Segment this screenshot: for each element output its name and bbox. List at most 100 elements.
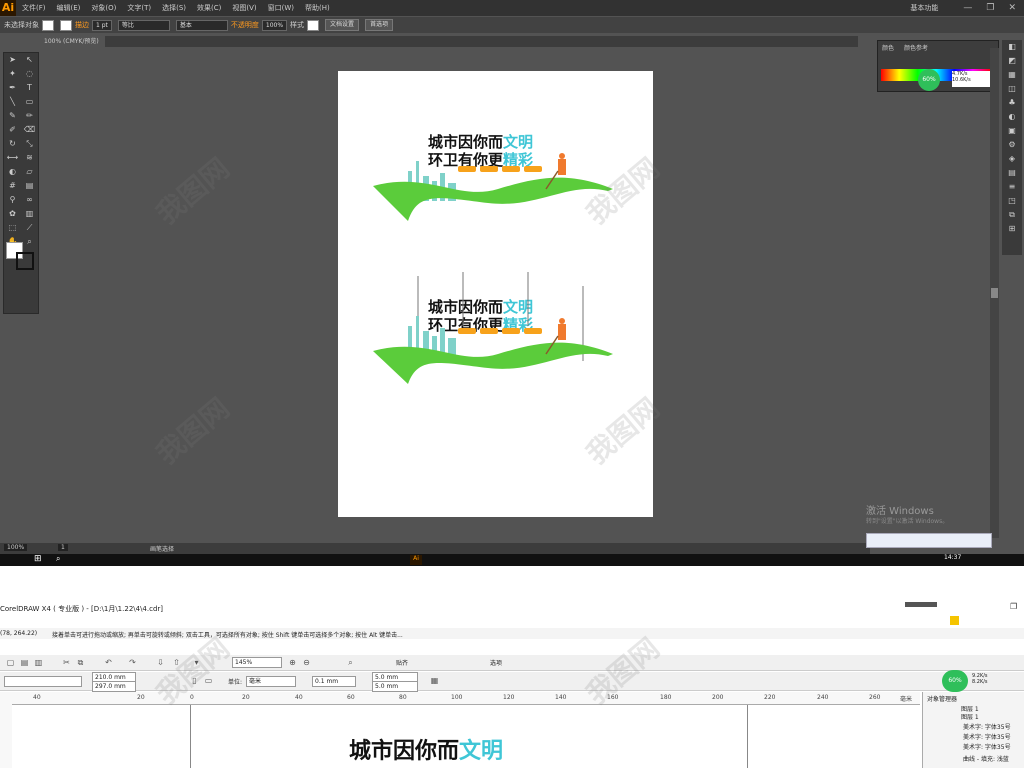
object-item[interactable]: 曲线 - 填充: 浅蓝 [963, 754, 1009, 763]
opacity-field[interactable]: 100% [261, 19, 288, 31]
blob-brush-icon[interactable]: ✐ [6, 124, 19, 136]
title-bar-accent [905, 602, 937, 607]
stroke-label[interactable]: 描边 [75, 20, 89, 30]
brush-field[interactable]: 基本 [175, 19, 228, 31]
fill-swatch[interactable] [42, 19, 54, 31]
eyedropper-icon[interactable]: ⚲ [6, 194, 19, 206]
start-icon[interactable]: ⊞ [34, 554, 42, 564]
zoom-in-icon[interactable]: ⊕ [288, 658, 297, 667]
scale-icon[interactable]: ⤡ [23, 138, 36, 150]
object-item[interactable]: 美术字: 字体35号 [963, 742, 1011, 751]
warp-icon[interactable]: ≋ [23, 152, 36, 164]
units-select[interactable]: 毫米 [246, 676, 296, 687]
lasso-icon[interactable]: ◌ [23, 68, 36, 80]
zoom-level-field[interactable]: 145% [232, 657, 282, 668]
pencil-icon[interactable]: ✏ [23, 110, 36, 122]
menu-file[interactable]: 文件(F) [22, 3, 46, 13]
search-icon[interactable]: ⌕ [56, 554, 60, 564]
nudge-field[interactable]: 0.1 mm [312, 676, 356, 687]
stroke-weight-field[interactable]: 1 pt [92, 19, 112, 31]
mesh-icon[interactable]: # [6, 180, 19, 192]
open-icon[interactable]: ▤ [20, 658, 29, 667]
artboard-tool-icon[interactable]: ⬚ [6, 222, 19, 234]
paintbrush-icon[interactable]: ✎ [6, 110, 19, 122]
restore-icon[interactable]: ❐ [1010, 602, 1017, 611]
zoom-page-icon[interactable]: ⌕ [346, 658, 355, 667]
right-panel-dock: ◧ ◩ ▦ ◫ ♣ ◐ ▣ ⚙ ◈ ▤ ≡ ◳ ⧉ ⊞ [1002, 40, 1022, 255]
pen-tool-icon[interactable]: ✒ [6, 82, 19, 94]
menu-view[interactable]: 视图(V) [232, 3, 256, 13]
perspective-icon[interactable]: ▱ [23, 166, 36, 178]
direct-selection-icon[interactable]: ↖ [23, 54, 36, 66]
zoom-tool-icon[interactable]: ⌕ [23, 236, 36, 248]
shape-builder-icon[interactable]: ◐ [6, 166, 19, 178]
minimize-icon[interactable]: — [963, 3, 972, 13]
opacity-label[interactable]: 不透明度 [231, 20, 259, 30]
blend-icon[interactable]: ∞ [23, 194, 36, 206]
menu-help[interactable]: 帮助(H) [305, 3, 330, 13]
save-icon[interactable]: ▥ [34, 658, 43, 667]
symbol-sprayer-icon[interactable]: ✿ [6, 208, 19, 220]
menu-effect[interactable]: 效果(C) [197, 3, 221, 13]
redo-icon[interactable]: ↷ [128, 658, 137, 667]
snap-to-button[interactable]: 贴齐 [396, 658, 408, 667]
status-bar: 100% 1 画笔选择 [0, 543, 870, 554]
tab-color[interactable]: 颜色 [882, 45, 894, 52]
page-height-field[interactable]: 297.0 mm [92, 681, 136, 692]
magic-wand-icon[interactable]: ✦ [6, 68, 19, 80]
menu-edit[interactable]: 编辑(E) [57, 3, 81, 13]
document-setup-button[interactable]: 文档设置 [325, 19, 360, 31]
units-icon[interactable]: ▦ [430, 676, 439, 685]
options-button[interactable]: 选项 [490, 658, 502, 667]
zoom-field[interactable]: 100% [4, 544, 28, 551]
paper-type-select[interactable] [4, 676, 82, 687]
new-icon[interactable]: ▢ [6, 658, 15, 667]
import-icon[interactable]: ⇩ [156, 658, 165, 667]
duplicate-y-field[interactable]: 5.0 mm [372, 681, 418, 692]
document-tab[interactable]: 100% (CMYK/预览) [38, 36, 105, 47]
menu-type[interactable]: 文字(T) [127, 3, 151, 13]
current-tool-status: 画笔选择 [150, 546, 175, 553]
undo-icon[interactable]: ↶ [104, 658, 113, 667]
maximize-icon[interactable]: ❐ [986, 3, 994, 13]
artboard-nav[interactable]: 1 [58, 544, 68, 551]
menu-window[interactable]: 窗口(W) [268, 3, 294, 13]
menu-object[interactable]: 对象(O) [91, 3, 116, 13]
net-down-speed: 10.6K/s [952, 77, 971, 83]
type-tool-icon[interactable]: T [23, 82, 36, 94]
workspace-switcher[interactable]: 基本功能 [910, 3, 938, 13]
width-tool-icon[interactable]: ⟷ [6, 152, 19, 164]
layer-item[interactable]: 图层 1 [961, 712, 979, 721]
line-tool-icon[interactable]: ╲ [6, 96, 19, 108]
fill-indicator [950, 616, 959, 625]
slice-tool-icon[interactable]: ⟋ [23, 222, 36, 234]
style-swatch[interactable] [307, 19, 320, 31]
object-item[interactable]: 美术字: 字体35号 [963, 732, 1011, 741]
close-icon[interactable]: ✕ [1008, 3, 1016, 13]
object-item[interactable]: 美术字: 字体35号 [963, 722, 1011, 731]
graph-tool-icon[interactable]: ▥ [23, 208, 36, 220]
selection-tool-icon[interactable]: ➤ [6, 54, 19, 66]
rotate-icon[interactable]: ↻ [6, 138, 19, 150]
tab-color-guide[interactable]: 颜色参考 [904, 45, 928, 52]
rectangle-tool-icon[interactable]: ▭ [23, 96, 36, 108]
vertical-scrollbar[interactable] [990, 48, 999, 538]
stroke-swatch[interactable] [60, 19, 72, 31]
style-label: 样式 [290, 21, 305, 29]
scroll-thumb[interactable] [991, 288, 998, 298]
preferences-button[interactable]: 首选项 [365, 19, 394, 31]
cut-icon[interactable]: ✂ [62, 658, 71, 667]
zoom-out-icon[interactable]: ⊖ [302, 658, 311, 667]
cpu-usage-badge: 60% [918, 69, 940, 91]
ime-toolbar[interactable] [866, 533, 992, 548]
drawing-page[interactable]: 城市因你而文明 [190, 705, 748, 768]
panel-icons[interactable]: ◧ ◩ ▦ ◫ ♣ ◐ ▣ ⚙ ◈ ▤ ≡ ◳ ⧉ ⊞ [1002, 40, 1022, 236]
stroke-profile-field[interactable]: 等比 [117, 19, 170, 31]
copy-icon[interactable]: ⧉ [76, 658, 85, 667]
menu-bar: Ai 文件(F) 编辑(E) 对象(O) 文字(T) 选择(S) 效果(C) 视… [0, 0, 1024, 16]
gradient-icon[interactable]: ▤ [23, 180, 36, 192]
eraser-icon[interactable]: ⌫ [23, 124, 36, 136]
menu-select[interactable]: 选择(S) [162, 3, 186, 13]
stroke-color-box[interactable] [16, 252, 34, 270]
illustrator-taskbar-icon[interactable]: Ai [410, 555, 422, 565]
